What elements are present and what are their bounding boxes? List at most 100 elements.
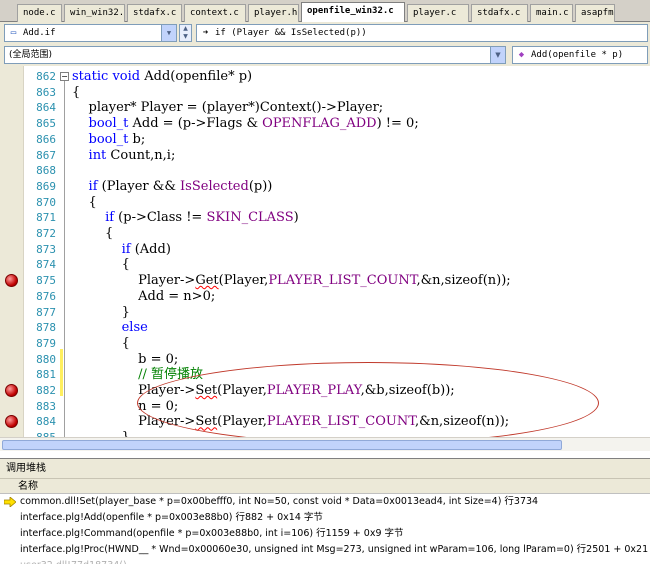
call-stack-row[interactable]: interface.plg!Add(openfile * p=0x003e88b…	[0, 510, 650, 526]
code-text: }	[72, 304, 130, 320]
code-line[interactable]: 875 Player->Get(Player,PLAYER_LIST_COUNT…	[0, 273, 650, 289]
line-number: 883	[36, 399, 56, 413]
chevron-down-icon[interactable]: ▼	[490, 47, 505, 63]
line-number: 866	[36, 132, 56, 146]
call-stack-frame-text: interface.plg!Add(openfile * p=0x003e88b…	[20, 512, 323, 523]
scope-spinner[interactable]: ▲ ▼	[179, 24, 192, 42]
code-line[interactable]: 865 bool_t Add = (p->Flags & OPENFLAG_AD…	[0, 116, 650, 132]
file-tab[interactable]: player.c	[407, 4, 469, 22]
code-line[interactable]: 863 {	[0, 85, 650, 101]
breakpoint-icon[interactable]	[5, 415, 18, 429]
code-line[interactable]: 867 int Count,n,i;	[0, 148, 650, 164]
code-line[interactable]: 874 {	[0, 257, 650, 273]
line-number: 864	[36, 101, 56, 115]
call-stack-row[interactable]: interface.plg!Proc(HWND__ * Wnd=0x00060e…	[0, 542, 650, 558]
code-text: {	[72, 257, 130, 273]
code-text: Player->Set(Player,PLAYER_LIST_COUNT,&n,…	[72, 414, 510, 430]
code-line[interactable]: 881 // 暂停播放	[0, 367, 650, 383]
code-text: }	[72, 430, 130, 437]
horizontal-scrollbar[interactable]	[0, 437, 650, 451]
line-number: 870	[36, 195, 56, 209]
line-number: 873	[36, 242, 56, 256]
scope-combo-value: (全局范围)	[9, 50, 53, 60]
code-line[interactable]: 878 else	[0, 320, 650, 336]
code-text: bool_t b;	[88, 131, 146, 147]
call-stack-frame-text: interface.plg!Proc(HWND__ * Wnd=0x00060e…	[20, 544, 650, 555]
current-frame-arrow-icon	[4, 497, 16, 507]
column-header-name[interactable]: 名称	[0, 479, 650, 494]
file-tab[interactable]: stdafx.c	[127, 4, 182, 22]
line-number: 863	[36, 85, 56, 99]
code-text: bool_t Add = (p->Flags & OPENFLAG_ADD) !…	[88, 116, 419, 132]
code-editor[interactable]: 862− static void Add(openfile* p) 863 {864 …	[0, 66, 650, 437]
line-number: 872	[36, 227, 56, 240]
code-text: n = 0;	[72, 398, 179, 414]
chevron-down-icon[interactable]: ▼	[161, 25, 176, 41]
code-line[interactable]: 871 if (p->Class != SKIN_CLASS)	[0, 210, 650, 226]
line-number: 879	[36, 336, 56, 350]
arrow-right-icon: ➜	[202, 28, 209, 38]
code-line[interactable]: 869 if (Player && IsSelected(p))	[0, 179, 650, 195]
line-number: 867	[36, 148, 56, 162]
code-text: if (Player && IsSelected(p))	[88, 178, 273, 194]
code-line[interactable]: 862− static void Add(openfile* p)	[0, 69, 650, 85]
line-number: 884	[36, 415, 56, 429]
breakpoint-icon[interactable]	[5, 384, 18, 397]
file-tab[interactable]: node.c	[17, 4, 62, 22]
code-text: Player->Get(Player,PLAYER_LIST_COUNT,&n,…	[72, 273, 511, 289]
file-tab[interactable]: main.c	[530, 4, 573, 22]
call-stack-row[interactable]: user32.dll!77d18734()	[0, 558, 650, 564]
code-line[interactable]: 884 Player->Set(Player,PLAYER_LIST_COUNT…	[0, 414, 650, 430]
code-line[interactable]: 879 {	[0, 336, 650, 352]
call-stack-row[interactable]: interface.plg!Command(openfile * p=0x003…	[0, 526, 650, 542]
brace-icon: ▭	[10, 28, 17, 38]
code-line[interactable]: 864 player* Player = (player*)Context()-…	[0, 100, 650, 116]
code-line[interactable]: 877 }	[0, 305, 650, 321]
line-number: 877	[36, 305, 56, 319]
file-tab[interactable]: context.c	[184, 4, 246, 22]
call-stack-frame-text: interface.plg!Command(openfile * p=0x003…	[20, 528, 404, 539]
context-combo[interactable]: ▭ Add.if ▼	[4, 24, 177, 42]
arrow-down-icon[interactable]: ▼	[180, 33, 191, 41]
code-line[interactable]: 883 n = 0;	[0, 399, 650, 415]
line-number: 875	[36, 274, 56, 288]
file-tab[interactable]: player.h	[248, 4, 299, 22]
code-line[interactable]: 873 if (Add)	[0, 242, 650, 258]
code-text: {	[72, 84, 81, 100]
member-bar: (全局范围) ▼ ◆ Add(openfile * p)	[0, 44, 650, 66]
file-tab[interactable]: win_win32.c	[64, 4, 125, 22]
line-number: 882	[36, 384, 56, 397]
navigation-bar: ▭ Add.if ▼ ▲ ▼ ➜ if (Player && IsSelecte…	[0, 22, 650, 44]
call-stack-row[interactable]: common.dll!Set(player_base * p=0x00befff…	[0, 494, 650, 510]
breakpoint-icon[interactable]	[5, 274, 18, 288]
panel-title: 调用堆栈	[0, 459, 650, 479]
code-text: else	[121, 320, 148, 336]
scope-combo[interactable]: (全局范围) ▼	[4, 46, 506, 64]
arrow-up-icon[interactable]: ▲	[180, 25, 191, 33]
file-tab[interactable]: stdafx.c	[471, 4, 528, 22]
code-line[interactable]: 870 {	[0, 195, 650, 211]
code-line[interactable]: 868	[0, 163, 650, 179]
code-line[interactable]: 872 {	[0, 226, 650, 242]
collapse-icon[interactable]: −	[60, 72, 69, 81]
code-line[interactable]: 876 Add = n>0;	[0, 289, 650, 305]
line-number: 868	[36, 164, 56, 178]
file-tab[interactable]: asapfmt	[575, 4, 615, 22]
code-text: if (p->Class != SKIN_CLASS)	[105, 210, 299, 226]
line-number: 862	[36, 70, 56, 83]
code-line[interactable]: 882 Player->Set(Player,PLAYER_PLAY,&b,si…	[0, 383, 650, 399]
member-combo[interactable]: ◆ Add(openfile * p)	[512, 46, 648, 64]
code-text: b = 0;	[72, 351, 179, 367]
condition-combo[interactable]: ➜ if (Player && IsSelected(p))	[196, 24, 648, 42]
code-text: {	[72, 335, 130, 351]
line-number: 874	[36, 258, 56, 272]
code-text: {	[72, 194, 97, 210]
file-tab[interactable]: openfile_win32.c	[301, 2, 405, 22]
line-number: 880	[36, 352, 56, 366]
line-number: 876	[36, 289, 56, 303]
scrollbar-thumb[interactable]	[2, 440, 562, 450]
code-line[interactable]: 880 b = 0;	[0, 352, 650, 368]
code-line[interactable]: 866 bool_t b;	[0, 132, 650, 148]
code-line[interactable]: 885 }	[0, 430, 650, 437]
line-number: 878	[36, 321, 56, 335]
